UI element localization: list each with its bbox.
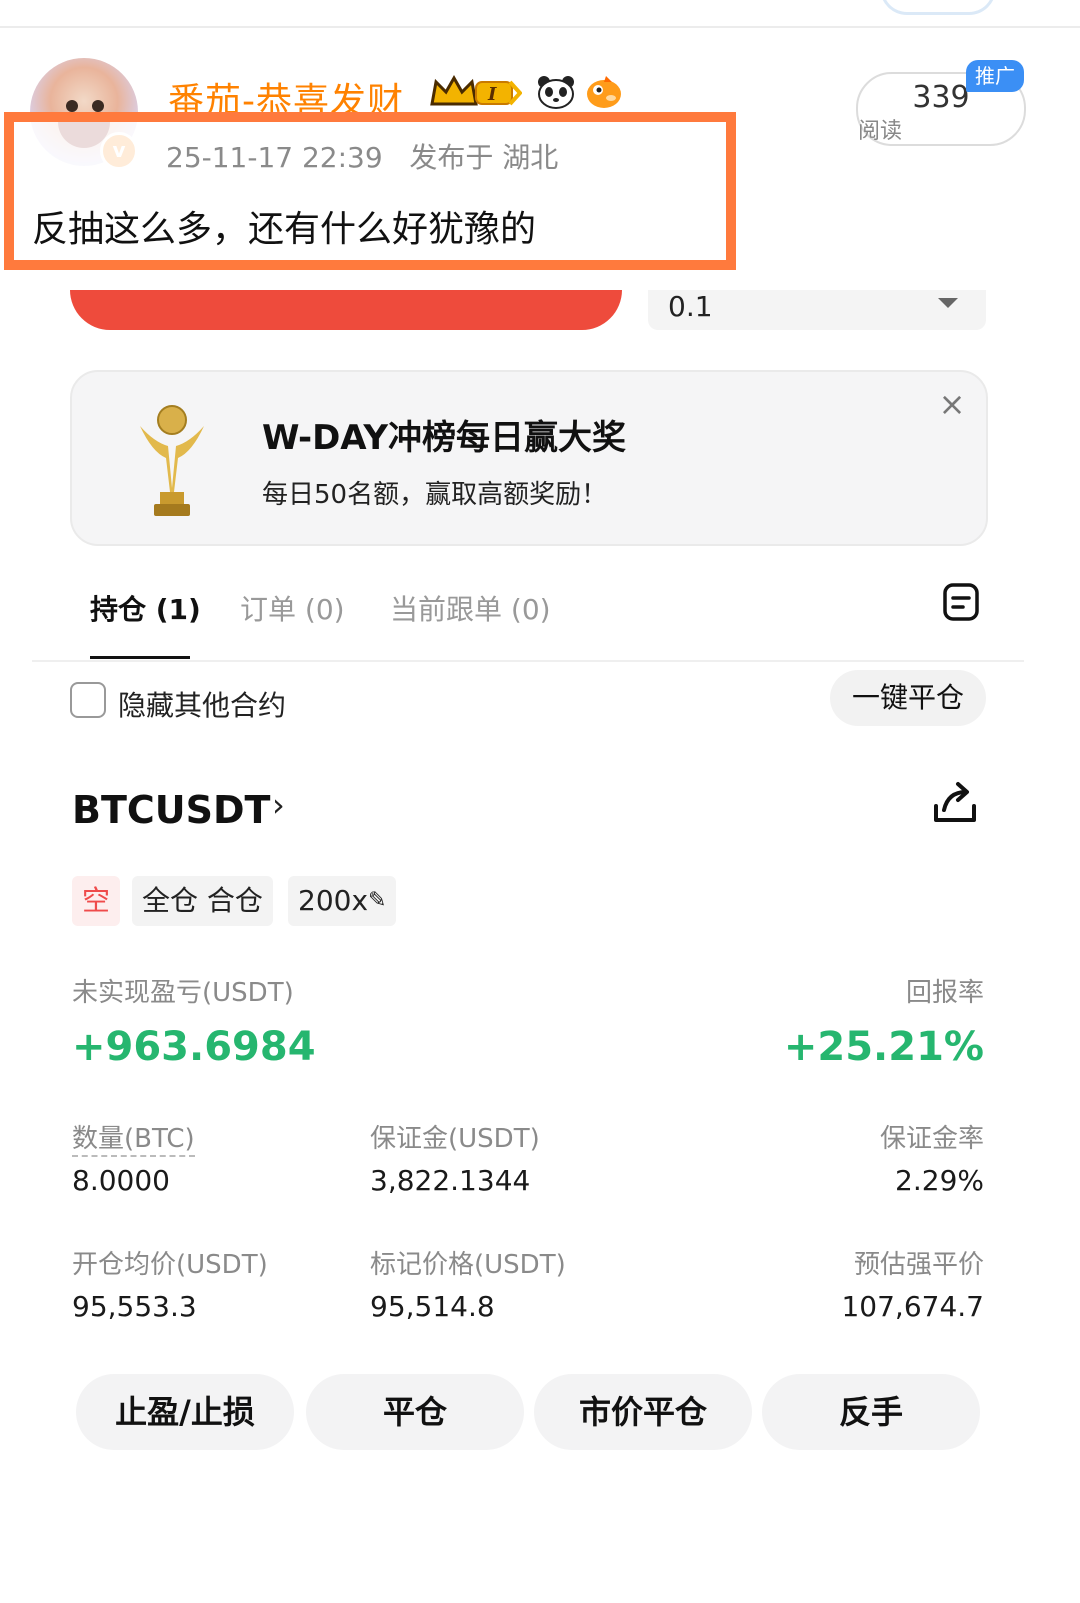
banner-title: W-DAY冲榜每日赢大奖 (262, 418, 626, 458)
close-icon[interactable]: × (934, 386, 970, 422)
document-icon[interactable] (942, 582, 980, 622)
promo-badge[interactable]: 推广 (966, 60, 1024, 92)
tab-orders[interactable]: 订单 (0) (240, 588, 345, 628)
mark-price-value: 95,514.8 (370, 1290, 495, 1323)
caret-down-icon (938, 298, 958, 308)
chevron-right-icon[interactable]: › (272, 786, 285, 824)
crown-level-icon: I (430, 74, 522, 106)
tab-copy-trades[interactable]: 当前跟单 (0) (390, 588, 551, 628)
margin-label: 保证金(USDT) (370, 1124, 540, 1154)
edit-pencil-icon: ✎ (368, 888, 387, 913)
reverse-button[interactable]: 反手 (762, 1374, 980, 1450)
unrealized-pnl-value: +963.6984 (72, 1024, 316, 1070)
close-all-button[interactable]: 一键平仓 (830, 670, 986, 726)
avatar-eye-left (66, 100, 78, 112)
post-text: 反抽这么多，还有什么好犹豫的 (32, 209, 537, 250)
close-position-button[interactable]: 平仓 (306, 1374, 524, 1450)
margin-value: 3,822.1344 (370, 1164, 531, 1197)
hide-other-checkbox[interactable] (70, 682, 106, 718)
cut-off-mark (862, 250, 892, 260)
liq-price-value: 107,674.7 (841, 1290, 984, 1323)
post-timestamp: 25-11-17 22:39 (166, 141, 383, 174)
position-tabs: 持仓 (1) 订单 (0) 当前跟单 (0) (32, 570, 1024, 662)
banner-subtitle: 每日50名额，赢取高额奖励！ (262, 480, 608, 510)
level-text: I (487, 84, 497, 105)
quantity-label[interactable]: 数量(BTC) (72, 1118, 195, 1157)
leverage-value: 200x (298, 884, 369, 917)
tab-positions[interactable]: 持仓 (1) (90, 588, 201, 628)
leverage-tag[interactable]: 200x✎ (288, 876, 397, 926)
margin-ratio-label: 保证金率 (879, 1124, 984, 1154)
direction-short-tag: 空 (72, 876, 121, 926)
promo-banner[interactable]: W-DAY冲榜每日赢大奖 每日50名额，赢取高额奖励！ × (70, 370, 988, 546)
trophy-icon (140, 405, 204, 516)
mark-price-label: 标记价格(USDT) (370, 1250, 566, 1280)
market-close-button[interactable]: 市价平仓 (534, 1374, 752, 1450)
quantity-value-text: 8.0000 (72, 1164, 170, 1197)
top-decoration (880, 0, 996, 15)
tp-sl-button[interactable]: 止盈/止损 (76, 1374, 294, 1450)
quantity-value: 0.1 (668, 290, 713, 323)
quantity-select[interactable]: 0.1 (648, 290, 986, 330)
avatar-eye-right (92, 100, 104, 112)
sell-open-short-button[interactable] (70, 290, 622, 330)
margin-mode-tag: 全仓 合仓 (132, 876, 273, 926)
bird-icon (587, 76, 621, 108)
entry-price-label: 开仓均价(USDT) (72, 1250, 268, 1280)
liq-price-label: 预估强平价 (853, 1250, 984, 1280)
panda-icon (538, 76, 574, 109)
hide-other-label: 隐藏其他合约 (118, 689, 287, 722)
active-tab-indicator (90, 656, 190, 659)
share-icon[interactable] (930, 780, 980, 826)
entry-price-value: 95,553.3 (72, 1290, 197, 1323)
roe-label: 回报率 (905, 978, 984, 1008)
roe-value: +25.21% (783, 1024, 984, 1070)
post-location: 发布于 湖北 (409, 141, 559, 174)
post-meta: 25-11-17 22:39 发布于 湖北 (166, 136, 558, 176)
margin-ratio-value: 2.29% (895, 1164, 984, 1197)
read-label: 阅读 (858, 119, 903, 144)
unrealized-pnl-label: 未实现盈亏(USDT) (72, 978, 294, 1008)
position-symbol[interactable]: BTCUSDT (72, 788, 270, 832)
